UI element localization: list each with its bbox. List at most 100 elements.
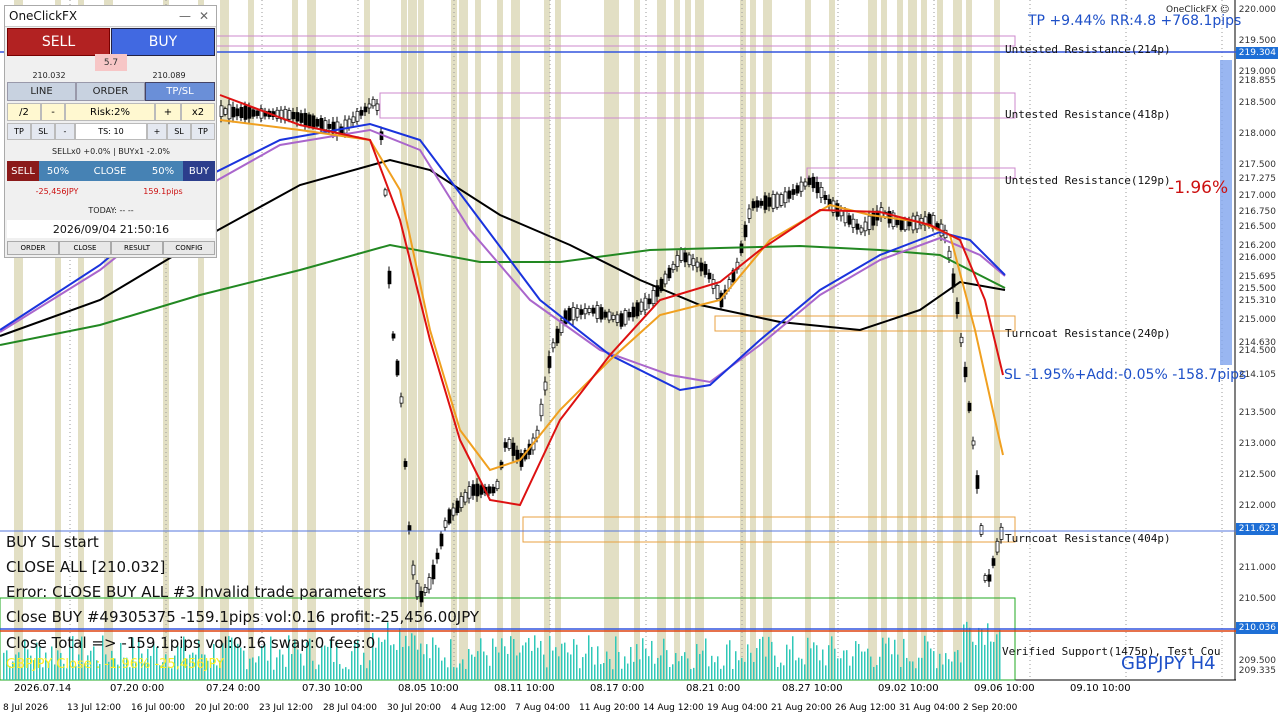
today-stats: TODAY: -- -- bbox=[88, 205, 134, 215]
time-cursor-label: 08.27 10:00 bbox=[782, 683, 843, 694]
volume-bar bbox=[555, 647, 557, 680]
tp-button-left[interactable]: TP bbox=[7, 123, 31, 140]
half-button[interactable]: /2 bbox=[7, 103, 41, 121]
volume-bar bbox=[825, 665, 827, 680]
candle-body bbox=[551, 342, 556, 349]
candle-body bbox=[255, 110, 260, 116]
volume-bar bbox=[906, 657, 908, 680]
bottom-tab-order[interactable]: ORDER bbox=[7, 241, 59, 255]
volume-bar bbox=[366, 668, 368, 680]
volume-bar bbox=[636, 644, 638, 680]
volume-bar bbox=[603, 662, 605, 680]
panel-titlebar[interactable]: OneClickFX — ✕ bbox=[5, 6, 216, 27]
volume-bar bbox=[792, 636, 794, 680]
tp-button-right[interactable]: TP bbox=[191, 123, 215, 140]
candle-body bbox=[443, 520, 448, 528]
minimize-icon[interactable]: — bbox=[179, 9, 191, 23]
tab-line[interactable]: LINE bbox=[7, 82, 76, 101]
candle-body bbox=[243, 105, 248, 120]
risk-plus-button[interactable]: + bbox=[155, 103, 181, 121]
volume-bar bbox=[630, 646, 632, 680]
volume-bar bbox=[489, 665, 491, 680]
volume-bar bbox=[897, 654, 899, 680]
sl-button-right[interactable]: SL bbox=[167, 123, 191, 140]
candle-body bbox=[231, 106, 236, 118]
candle-body bbox=[967, 402, 972, 412]
volume-bar bbox=[942, 664, 944, 680]
price-axis-label: 212.000 bbox=[1238, 501, 1276, 511]
volume-bar bbox=[438, 647, 440, 680]
volume-bar bbox=[600, 664, 602, 680]
tab-tpsl[interactable]: TP/SL bbox=[145, 82, 215, 101]
candle-body bbox=[571, 307, 576, 321]
close-icon[interactable]: ✕ bbox=[199, 9, 209, 23]
volume-bar bbox=[681, 655, 683, 680]
volume-bar bbox=[999, 629, 1001, 680]
volume-bar bbox=[948, 659, 950, 680]
volume-bar bbox=[957, 650, 959, 680]
candle-body bbox=[699, 262, 704, 272]
candle-body bbox=[607, 311, 612, 321]
volume-bar bbox=[498, 652, 500, 680]
time-axis-label: 31 Aug 04:00 bbox=[899, 703, 960, 713]
volume-bar bbox=[756, 648, 758, 680]
volume-bar bbox=[675, 653, 677, 680]
volume-bar bbox=[759, 638, 761, 680]
close-half-buy-button[interactable]: 50% bbox=[143, 161, 183, 181]
volume-bar bbox=[333, 661, 335, 680]
candle-body bbox=[599, 307, 604, 320]
session-band bbox=[459, 0, 468, 680]
volume-bar bbox=[975, 644, 977, 680]
price-axis-label: 212.500 bbox=[1238, 470, 1276, 480]
bid-price: 210.032 bbox=[32, 70, 66, 80]
volume-bar bbox=[612, 669, 614, 680]
candle-body bbox=[291, 111, 296, 120]
sell-button[interactable]: SELL bbox=[7, 28, 110, 56]
close-all-button[interactable]: CLOSE bbox=[77, 161, 143, 181]
volume-bar bbox=[684, 652, 686, 680]
candle-body bbox=[555, 328, 560, 344]
sl-button-left[interactable]: SL bbox=[31, 123, 55, 140]
volume-bar bbox=[936, 668, 938, 680]
bottom-tab-close[interactable]: CLOSE bbox=[59, 241, 111, 255]
candle-body bbox=[679, 249, 684, 261]
oneclickfx-panel[interactable]: OneClickFX — ✕ SELL BUY 5.7 210.032 210.… bbox=[4, 5, 217, 258]
time-axis-label: 19 Aug 04:00 bbox=[707, 703, 768, 713]
volume-bar bbox=[597, 646, 599, 680]
buy-small-button[interactable]: BUY bbox=[183, 161, 215, 181]
volume-bar bbox=[861, 651, 863, 680]
close-half-sell-button[interactable]: 50% bbox=[39, 161, 77, 181]
sell-small-button[interactable]: SELL bbox=[7, 161, 39, 181]
time-cursor-label: 09.02 10:00 bbox=[878, 683, 939, 694]
candle-body bbox=[423, 587, 428, 594]
session-band bbox=[674, 0, 680, 680]
candle-body bbox=[239, 106, 244, 119]
ts-minus-button[interactable]: - bbox=[55, 123, 75, 140]
pct-annotation: -1.96% bbox=[1168, 178, 1229, 198]
volume-bar bbox=[672, 664, 674, 680]
bottom-tab-config[interactable]: CONFIG bbox=[163, 241, 215, 255]
volume-bar bbox=[735, 651, 737, 680]
volume-bar bbox=[921, 657, 923, 680]
volume-bar bbox=[369, 660, 371, 680]
risk-minus-button[interactable]: - bbox=[41, 103, 65, 121]
candle-body bbox=[795, 185, 800, 194]
bottom-tab-result[interactable]: RESULT bbox=[111, 241, 163, 255]
volume-bar bbox=[465, 668, 467, 680]
candle-body bbox=[715, 284, 720, 300]
session-band bbox=[248, 0, 254, 680]
volume-bar bbox=[252, 657, 254, 680]
volume-bar bbox=[279, 649, 281, 680]
tab-order[interactable]: ORDER bbox=[76, 82, 145, 101]
volume-bar bbox=[477, 651, 479, 680]
ts-plus-button[interactable]: + bbox=[147, 123, 167, 140]
buy-button[interactable]: BUY bbox=[111, 28, 215, 56]
volume-bar bbox=[657, 657, 659, 680]
candle-body bbox=[867, 215, 872, 230]
positions-summary: SELLx0 +0.0% | BUYx1 -2.0% bbox=[51, 146, 171, 156]
session-band bbox=[868, 0, 877, 680]
volume-bar bbox=[549, 635, 551, 680]
volume-bar bbox=[552, 650, 554, 680]
candle-body bbox=[311, 115, 316, 128]
double-button[interactable]: x2 bbox=[181, 103, 215, 121]
